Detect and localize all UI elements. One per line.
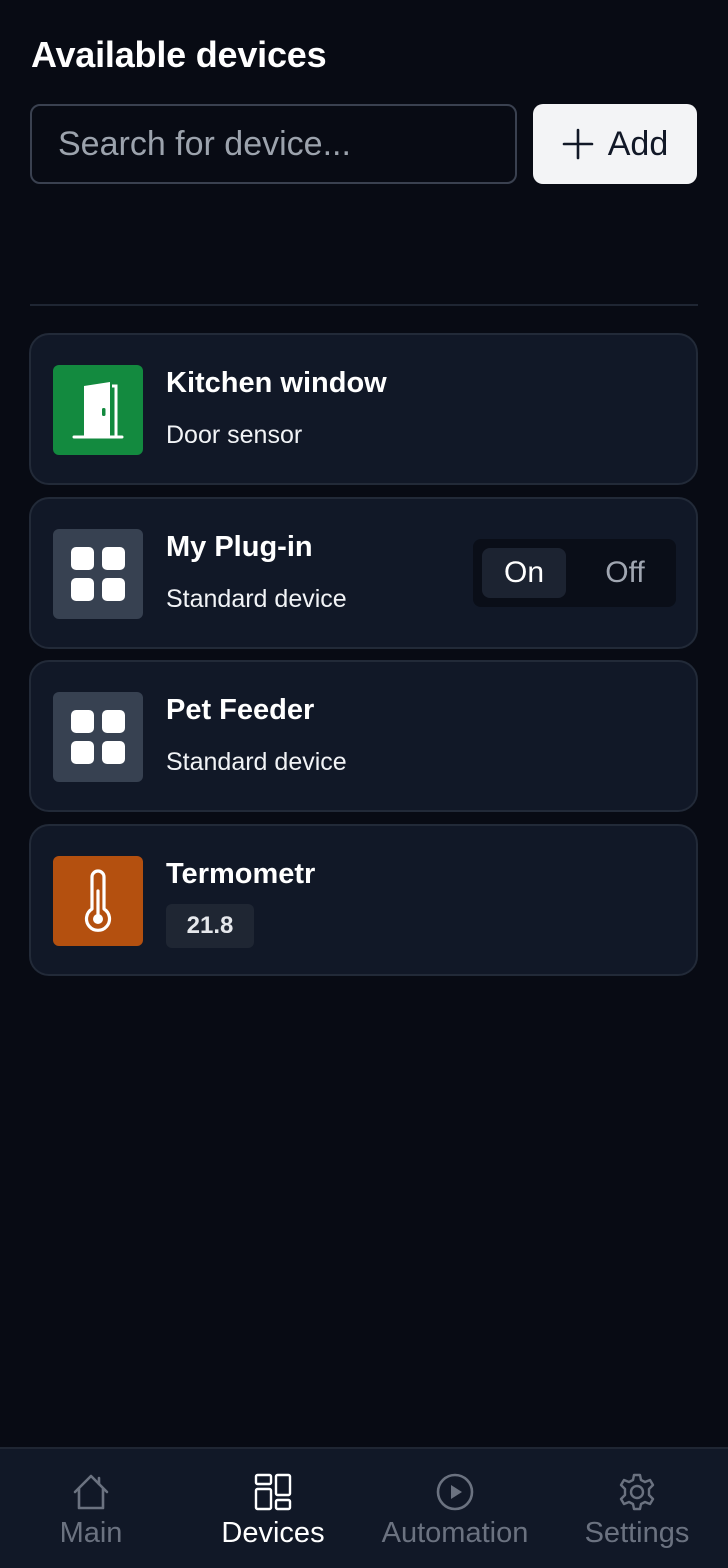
- device-type: Door sensor: [166, 421, 303, 449]
- device-name: Kitchen window: [166, 367, 387, 399]
- devices-icon: [253, 1471, 293, 1513]
- grid-icon: [53, 529, 143, 619]
- home-icon: [71, 1471, 111, 1513]
- grid-icon: [53, 692, 143, 782]
- nav-item-settings[interactable]: Settings: [546, 1449, 728, 1568]
- device-type: Standard device: [166, 585, 347, 613]
- nav-label: Automation: [381, 1517, 529, 1549]
- add-device-button[interactable]: Add: [533, 104, 697, 184]
- nav-item-main[interactable]: Main: [0, 1449, 182, 1568]
- device-card-pet-feeder[interactable]: Pet Feeder Standard device: [29, 660, 698, 812]
- device-type: Standard device: [166, 748, 347, 776]
- devices-page: Available devices Add Kitchen window Doo…: [0, 0, 728, 1568]
- gear-icon: [617, 1471, 657, 1513]
- device-name: My Plug-in: [166, 531, 313, 563]
- temperature-value-badge: 21.8: [166, 904, 254, 948]
- device-name: Pet Feeder: [166, 694, 315, 726]
- toggle-off-button[interactable]: Off: [583, 548, 667, 598]
- nav-item-devices[interactable]: Devices: [182, 1449, 364, 1568]
- power-toggle: On Off: [473, 539, 676, 607]
- nav-label: Settings: [584, 1517, 690, 1549]
- add-button-label: Add: [607, 124, 669, 163]
- search-input[interactable]: [30, 104, 517, 184]
- plus-icon: [562, 128, 594, 160]
- nav-item-automation[interactable]: Automation: [364, 1449, 546, 1568]
- divider: [30, 304, 698, 306]
- bottom-nav: Main Devices Automation Settings: [0, 1447, 728, 1568]
- nav-label: Main: [59, 1517, 123, 1549]
- device-card-termometr[interactable]: Termometr 21.8: [29, 824, 698, 976]
- door-icon: [53, 365, 143, 455]
- device-name: Termometr: [166, 858, 316, 890]
- nav-label: Devices: [221, 1517, 325, 1549]
- device-card-my-plug-in[interactable]: My Plug-in Standard device On Off: [29, 497, 698, 649]
- thermometer-icon: [53, 856, 143, 946]
- device-card-kitchen-window[interactable]: Kitchen window Door sensor: [29, 333, 698, 485]
- page-title: Available devices: [31, 34, 327, 75]
- play-circle-icon: [435, 1471, 475, 1513]
- toggle-on-button[interactable]: On: [482, 548, 566, 598]
